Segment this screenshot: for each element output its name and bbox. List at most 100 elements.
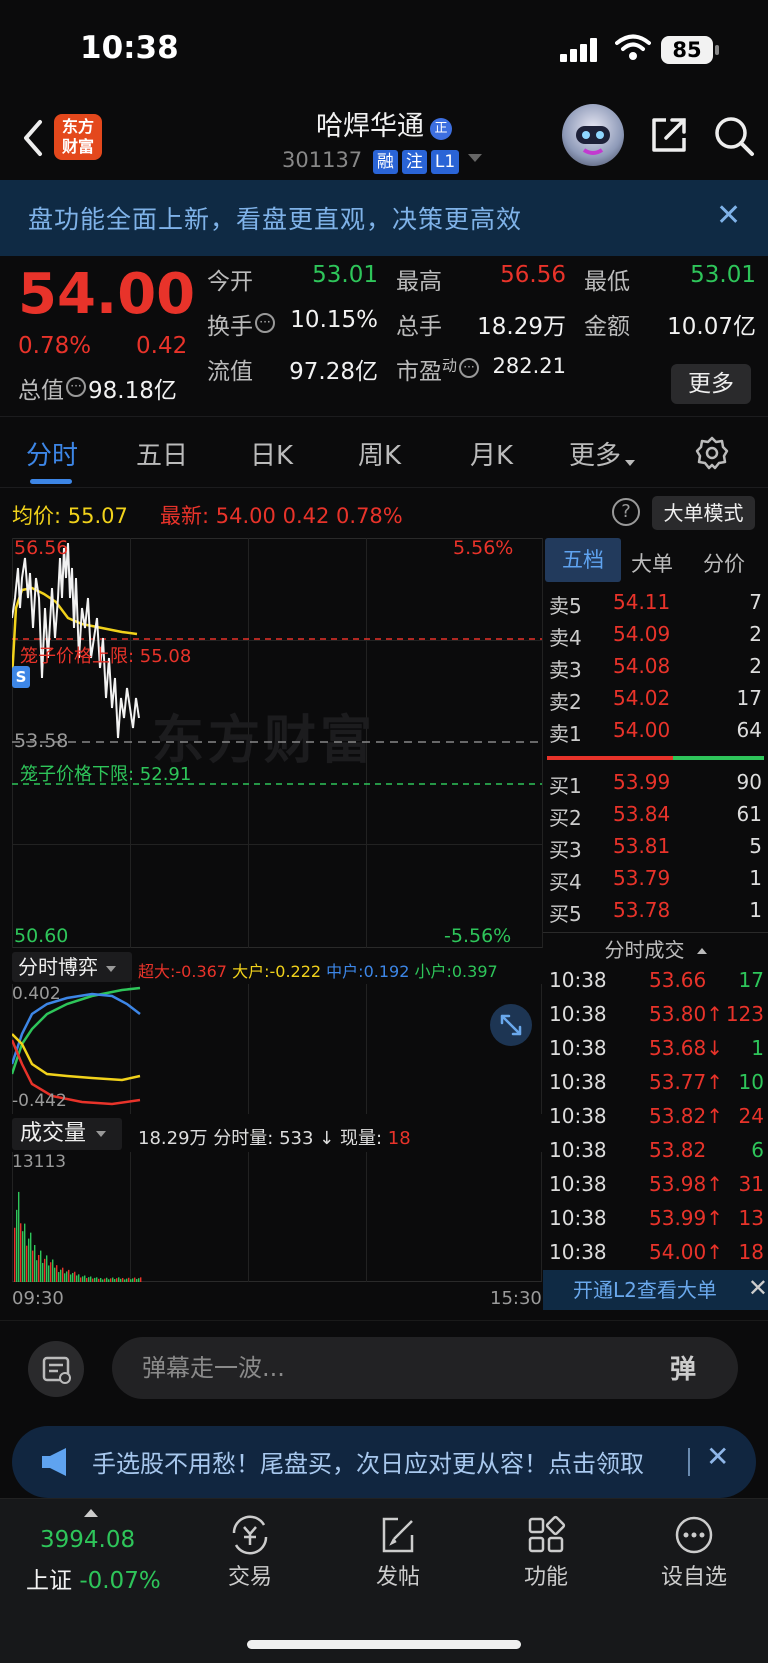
tab-five-day[interactable]: 五日	[136, 435, 188, 472]
close-icon[interactable]: ✕	[716, 198, 741, 233]
intraday-chart[interactable]: 东方财富 56.56 5.56% 50.60 -5.56% 53.58 笼子价格…	[12, 537, 543, 1309]
ask-price: 54.09	[613, 622, 671, 646]
gear-icon[interactable]	[694, 435, 730, 471]
help-icon[interactable]: ?	[612, 498, 640, 526]
volume-bar	[18, 1191, 20, 1282]
tick-time: 10:38	[549, 1206, 607, 1230]
tab-big-orders[interactable]: 大单	[631, 548, 673, 578]
volume-bar	[120, 1278, 122, 1282]
volume-bar	[88, 1277, 90, 1282]
bid-vol: 1	[749, 866, 762, 890]
tab-weekly-k[interactable]: 周K	[358, 435, 401, 472]
close-icon[interactable]: ✕	[748, 1268, 768, 1308]
edit-icon	[382, 1517, 414, 1553]
tab-intraday[interactable]: 分时	[26, 435, 78, 472]
volume-bar	[32, 1250, 34, 1282]
ticks-header[interactable]: 分时成交	[543, 932, 768, 966]
nav-post[interactable]: 发帖	[338, 1499, 458, 1590]
nav-watchlist-settings[interactable]: 设自选	[634, 1499, 754, 1590]
nav-functions[interactable]: 功能	[486, 1499, 606, 1590]
volume-bar	[46, 1255, 48, 1282]
info-icon[interactable]: ···	[255, 313, 275, 333]
game-panel-header: 分时博弈 超大:-0.367 大户:-0.222 中户:0.192 小户:0.3…	[12, 950, 542, 984]
index-pct: -0.07%	[79, 1568, 161, 1594]
promo-banner[interactable]: 手选股不用愁！尾盘买，次日应对更从容！点击领取 ✕	[12, 1426, 756, 1498]
volume-bar	[94, 1277, 96, 1282]
volume-bar	[70, 1274, 72, 1282]
game-y-bottom: -0.442	[12, 1091, 67, 1111]
feature-banner[interactable]: 盘功能全面上新，看盘更直观，决策更高效 ✕	[0, 180, 768, 256]
tab-daily-k[interactable]: 日K	[250, 435, 293, 472]
ask-vol: 7	[749, 590, 762, 614]
open-l2-link[interactable]: 开通L2查看大单 ✕	[543, 1270, 768, 1310]
sell-signal-marker[interactable]: S	[12, 666, 30, 688]
nav-watchlist-settings-label: 设自选	[660, 1565, 727, 1590]
danmu-input[interactable]: 弹幕走一波...	[112, 1337, 738, 1399]
game-y-top: 0.402	[12, 984, 61, 1004]
open-label: 今开	[207, 269, 253, 295]
chevron-down-icon[interactable]	[468, 154, 482, 162]
info-icon[interactable]: ···	[459, 358, 480, 378]
prev-close-label: 53.58	[14, 730, 69, 752]
home-indicator[interactable]	[247, 1640, 521, 1649]
cur-vol-label: 现量:	[339, 1128, 383, 1149]
game-selector[interactable]: 分时博弈	[12, 952, 132, 982]
stock-code-row[interactable]: 301137 融注 L1	[282, 148, 460, 174]
volume-value: 18.29万	[477, 314, 566, 340]
tick-vol: 10	[738, 1070, 764, 1094]
ask-label: 卖1	[549, 722, 582, 746]
ask-row-3: 卖3 54.08 2	[543, 654, 768, 686]
ask-label: 卖3	[549, 658, 582, 682]
avg-price: 均价: 55.07	[12, 500, 128, 530]
danmu-settings-icon[interactable]	[28, 1341, 84, 1397]
expand-icon[interactable]	[490, 1004, 532, 1046]
tab-monthly-k[interactable]: 月K	[470, 435, 513, 472]
search-icon[interactable]	[712, 114, 756, 158]
battery-nub	[715, 45, 719, 55]
float-cap-value: 97.28亿	[289, 359, 378, 385]
caret-icon	[625, 460, 636, 466]
tab-five-levels[interactable]: 五档	[545, 538, 621, 582]
volume-selector[interactable]: 成交量	[12, 1118, 122, 1150]
bid-price: 53.79	[613, 866, 671, 890]
turnover-label[interactable]: 换手 ···	[207, 307, 275, 341]
index-widget[interactable]: 3994.08 上证 -0.07%	[20, 1499, 180, 1619]
market-cap[interactable]: 总值 ··· 98.18亿	[18, 371, 177, 405]
grid-icon	[528, 1515, 566, 1553]
pe-label-text: 市盈	[396, 359, 442, 385]
change-percent: 0.78%	[18, 333, 92, 359]
share-icon[interactable]	[648, 114, 690, 156]
pe-label[interactable]: 市盈动 ···	[396, 352, 480, 386]
y-max-label: 56.56	[14, 537, 69, 559]
volume-bar	[108, 1279, 110, 1282]
ai-assistant-avatar-icon[interactable]	[562, 104, 624, 166]
ask-row-5: 卖5 54.11 7	[543, 590, 768, 622]
tick-row: 10:38 53.77↑ 10	[543, 1070, 768, 1104]
caret-up-icon	[84, 1509, 98, 1517]
close-icon[interactable]: ✕	[706, 1440, 729, 1473]
tab-more[interactable]: 更多	[569, 435, 636, 472]
danmu-toggle-button[interactable]: 弹	[670, 1349, 696, 1386]
float-cap-label: 流值	[207, 359, 253, 385]
tick-price: 53.68↓	[649, 1036, 724, 1060]
info-icon[interactable]: ···	[66, 377, 86, 397]
volume-bar	[140, 1277, 142, 1282]
min-vol-label: 分时量:	[213, 1128, 274, 1149]
high-label: 最高	[396, 269, 442, 295]
tab-price-dist[interactable]: 分价	[703, 548, 745, 578]
order-book-panel: 五档 大单 分价 卖5 54.11 7 卖4 54.09 2 卖3 54.08 2 卖2 54…	[543, 538, 768, 1310]
volume-bar	[126, 1278, 128, 1282]
amount-label: 金额	[584, 314, 630, 340]
nav-trade[interactable]: 交易	[190, 1499, 310, 1590]
ask-price: 54.00	[613, 718, 671, 742]
more-dots-icon	[675, 1516, 713, 1554]
tick-row: 10:38 53.82 6	[543, 1138, 768, 1172]
super-value: -0.367	[175, 962, 227, 981]
volume-bar	[136, 1279, 138, 1282]
big-order-mode-button[interactable]: 大单模式	[652, 496, 755, 530]
super-label: 超大:	[138, 962, 176, 981]
ask-row-4: 卖4 54.09 2	[543, 622, 768, 654]
more-quote-button[interactable]: 更多	[671, 364, 751, 404]
volume-bar	[122, 1277, 124, 1282]
tick-price: 53.82↑	[649, 1104, 724, 1128]
